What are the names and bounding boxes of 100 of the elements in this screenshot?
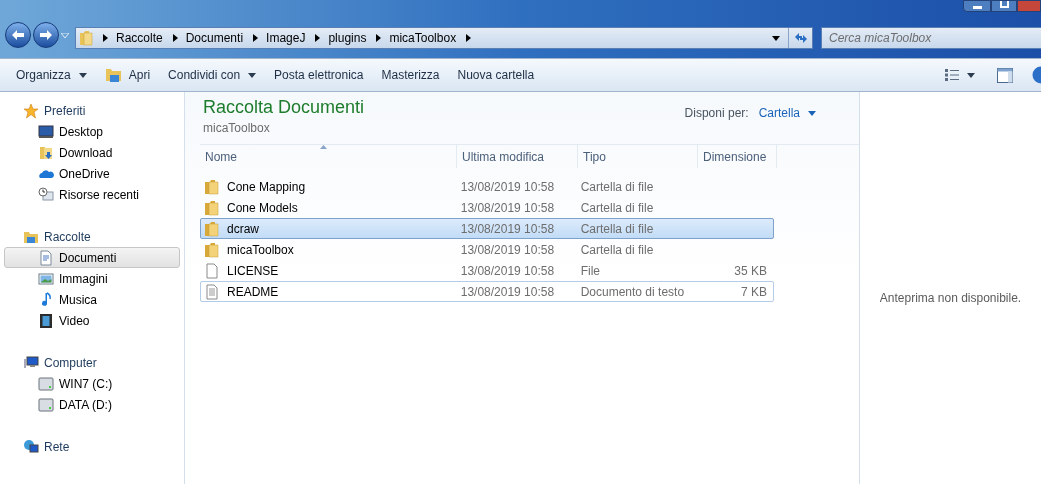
- sidebar-item[interactable]: OneDrive: [4, 163, 180, 184]
- file-row[interactable]: LICENSE 13/08/2019 10:58 File 35 KB: [200, 260, 774, 281]
- drive-icon: [38, 375, 54, 392]
- preview-message: Anteprima non disponibile.: [879, 290, 1022, 307]
- preview-pane-icon[interactable]: [997, 67, 1013, 83]
- maximize-button[interactable]: [991, 0, 1017, 12]
- file-size: 35 KB: [734, 263, 767, 278]
- file-type: Cartella di file: [580, 179, 654, 194]
- chevron-icon[interactable]: [466, 34, 472, 42]
- sidebar-item[interactable]: DATA (D:): [4, 394, 180, 415]
- column-header[interactable]: Ultima modifica: [457, 145, 578, 168]
- folder-icon: [204, 220, 220, 237]
- search-field[interactable]: Cerca micaToolbox: [821, 27, 1041, 49]
- forward-arrow-icon: [39, 29, 53, 41]
- file-name: Cone Models: [227, 199, 298, 217]
- chevron-icon[interactable]: [315, 34, 321, 42]
- address-bar[interactable]: Raccolte Documenti ImageJ plugins micaToolbox: [75, 27, 813, 49]
- chevron-icon[interactable]: [103, 34, 108, 42]
- dropdown-arrow-icon: [78, 72, 87, 78]
- sidebar-item[interactable]: Immagini: [4, 268, 180, 289]
- file-type: Cartella di file: [580, 242, 654, 257]
- back-button[interactable]: [5, 22, 31, 48]
- folder-icon: [79, 30, 93, 46]
- forward-button[interactable]: [33, 22, 59, 48]
- toolbar-button[interactable]: Organizza: [10, 63, 93, 87]
- download-folder-icon: [38, 144, 54, 161]
- modified-date: 13/08/2019 10:58: [460, 263, 555, 278]
- file-type: Cartella di file: [580, 200, 654, 215]
- file-name: dcraw: [227, 220, 259, 238]
- library-subtitle: micaToolbox: [203, 120, 271, 137]
- recent-places-icon: [38, 186, 54, 203]
- drive-icon: [38, 396, 54, 413]
- file-type: Cartella di file: [580, 221, 654, 236]
- dropdown-arrow-icon[interactable]: [772, 35, 780, 41]
- file-row[interactable]: README 13/08/2019 10:58 Documento di testo 7 KB: [200, 281, 774, 302]
- column-header[interactable]: Dimensione: [698, 145, 777, 168]
- file-name: README: [227, 283, 279, 301]
- file-row[interactable]: dcraw 13/08/2019 10:58 Cartella di file: [200, 218, 774, 239]
- chevron-icon[interactable]: [172, 34, 178, 42]
- sidebar-item[interactable]: Documenti: [4, 247, 180, 268]
- text-file-icon: [204, 283, 220, 300]
- computer-icon: [23, 354, 39, 371]
- sidebar-item[interactable]: Download: [4, 142, 180, 163]
- breadcrumb-item[interactable]: Raccolte: [116, 29, 163, 47]
- arrange-dropdown[interactable]: Cartella: [758, 104, 816, 122]
- sidebar-group[interactable]: Raccolte: [0, 226, 184, 247]
- dropdown-arrow-icon: [808, 110, 816, 116]
- file-icon: [204, 262, 220, 279]
- modified-date: 13/08/2019 10:58: [460, 242, 555, 257]
- library-title: Raccolta Documenti: [203, 96, 365, 118]
- modified-date: 13/08/2019 10:58: [460, 221, 555, 236]
- star-icon: [23, 102, 39, 119]
- chevron-icon[interactable]: [253, 34, 259, 42]
- toolbar-button[interactable]: Condividi con: [162, 63, 263, 87]
- arrange-label: Disponi per:: [684, 105, 749, 122]
- column-header[interactable]: Tipo: [578, 145, 698, 168]
- modified-date: 13/08/2019 10:58: [460, 284, 555, 299]
- toolbar-button[interactable]: Nuova cartella: [451, 63, 541, 87]
- folder-icon: [204, 199, 220, 216]
- breadcrumb-item[interactable]: plugins: [328, 29, 367, 47]
- sidebar-item[interactable]: Video: [4, 310, 180, 331]
- modified-date: 13/08/2019 10:58: [460, 179, 555, 194]
- refresh-icon: [793, 32, 808, 44]
- toolbar-button[interactable]: Apri: [98, 63, 157, 87]
- file-row[interactable]: micaToolbox 13/08/2019 10:58 Cartella di file: [200, 239, 774, 260]
- image-icon: [38, 270, 54, 287]
- breadcrumb-item[interactable]: micaToolbox: [389, 29, 457, 47]
- sidebar-item[interactable]: Desktop: [4, 121, 180, 142]
- sidebar-group[interactable]: Rete: [0, 436, 184, 457]
- sidebar-item[interactable]: Musica: [4, 289, 180, 310]
- sidebar-item[interactable]: Risorse recenti: [4, 184, 180, 205]
- folder-icon: [204, 241, 220, 258]
- back-arrow-icon: [11, 29, 25, 41]
- file-name: LICENSE: [227, 262, 279, 280]
- toolbar-button[interactable]: Masterizza: [375, 63, 446, 87]
- file-row[interactable]: Cone Mapping 13/08/2019 10:58 Cartella di file: [200, 176, 774, 197]
- document-icon: [38, 249, 54, 266]
- modified-date: 13/08/2019 10:58: [460, 200, 555, 215]
- breadcrumb-item[interactable]: ImageJ: [266, 29, 306, 47]
- folder-icon: [204, 178, 220, 195]
- network-icon: [23, 438, 39, 455]
- file-type: File: [580, 263, 600, 278]
- folder-icon: [104, 67, 123, 83]
- film-icon: [38, 312, 54, 329]
- toolbar-button[interactable]: Posta elettronica: [268, 63, 370, 87]
- file-row[interactable]: Cone Models 13/08/2019 10:58 Cartella di file: [200, 197, 774, 218]
- sidebar-group[interactable]: Preferiti: [0, 100, 184, 121]
- desktop-icon: [38, 123, 54, 140]
- dropdown-arrow-icon: [248, 72, 257, 78]
- minimize-button[interactable]: [963, 0, 991, 12]
- sidebar-group[interactable]: Computer: [0, 352, 184, 373]
- sidebar-item[interactable]: WIN7 (C:): [4, 373, 180, 394]
- file-name: Cone Mapping: [227, 178, 306, 196]
- chevron-icon[interactable]: [376, 34, 382, 42]
- file-size: 7 KB: [740, 284, 767, 299]
- column-header[interactable]: Nome: [200, 145, 457, 168]
- dropdown-arrow-icon[interactable]: [967, 72, 975, 78]
- breadcrumb-item[interactable]: Documenti: [185, 29, 244, 47]
- view-options-icon[interactable]: [945, 69, 959, 81]
- sort-arrow-icon: [320, 145, 327, 149]
